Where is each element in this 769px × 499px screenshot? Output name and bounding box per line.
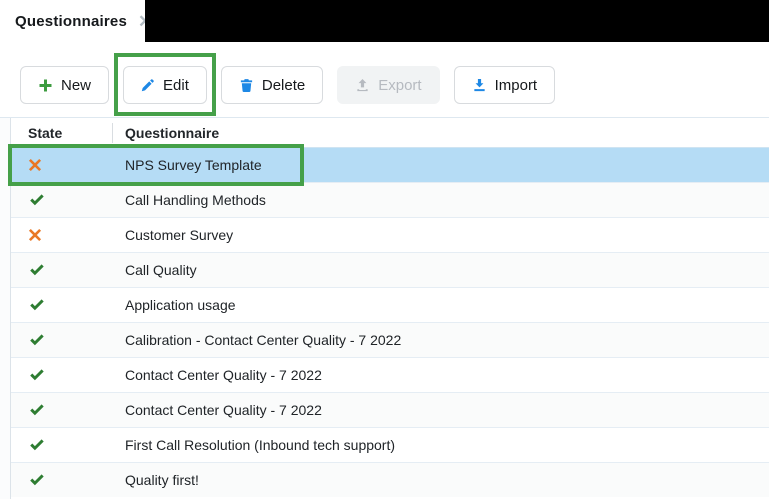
table-header: State Questionnaire	[11, 118, 769, 147]
column-header-questionnaire: Questionnaire	[125, 124, 220, 141]
pass-icon	[11, 297, 113, 313]
table-row[interactable]: Quality first!	[11, 462, 769, 497]
questionnaire-name: Calibration - Contact Center Quality - 7…	[125, 332, 402, 348]
export-button[interactable]: Export	[337, 66, 440, 104]
questionnaire-name: NPS Survey Template	[125, 157, 262, 173]
new-button[interactable]: New	[20, 66, 110, 104]
export-button-label: Export	[378, 76, 422, 94]
pass-icon	[11, 332, 113, 348]
questionnaire-name: First Call Resolution (Inbound tech supp…	[125, 437, 396, 453]
questionnaire-name: Call Quality	[125, 262, 197, 278]
questionnaire-name: Quality first!	[125, 472, 199, 488]
delete-button-label: Delete	[261, 76, 306, 94]
pass-icon	[11, 402, 113, 418]
column-header-state: State	[11, 122, 113, 143]
table-row[interactable]: Application usage	[11, 287, 769, 322]
table-row[interactable]: First Call Resolution (Inbound tech supp…	[11, 427, 769, 462]
plus-icon	[38, 78, 53, 93]
trash-icon	[239, 78, 254, 93]
table-row[interactable]: Calibration - Contact Center Quality - 7…	[11, 322, 769, 357]
download-icon	[472, 78, 487, 93]
table-row[interactable]: Call Quality	[11, 252, 769, 287]
fail-icon	[11, 158, 113, 172]
questionnaire-name: Application usage	[125, 297, 236, 313]
table-row[interactable]: Customer Survey	[11, 217, 769, 252]
questionnaire-name: Customer Survey	[125, 227, 234, 243]
fail-icon	[11, 228, 113, 242]
questionnaire-name: Call Handling Methods	[125, 192, 266, 208]
redacted-black-bar	[145, 0, 769, 42]
tab-label: Questionnaires	[15, 12, 127, 30]
questionnaire-name: Contact Center Quality - 7 2022	[125, 367, 322, 383]
questionnaires-panel: Questionnaires ✕ New Edit Dele	[0, 0, 769, 499]
left-gutter	[0, 118, 11, 499]
table-row[interactable]: Call Handling Methods	[11, 182, 769, 217]
tab-questionnaires[interactable]: Questionnaires ✕	[15, 0, 152, 42]
new-button-label: New	[61, 76, 92, 94]
edit-button[interactable]: Edit	[123, 66, 207, 104]
import-button-label: Import	[494, 76, 538, 94]
table-row[interactable]: Contact Center Quality - 7 2022	[11, 357, 769, 392]
table-row[interactable]: NPS Survey Template	[8, 144, 769, 186]
pass-icon	[11, 472, 113, 488]
table-row[interactable]: Contact Center Quality - 7 2022	[11, 392, 769, 427]
pass-icon	[11, 367, 113, 383]
import-button[interactable]: Import	[453, 66, 556, 104]
questionnaire-name: Contact Center Quality - 7 2022	[125, 402, 322, 418]
toolbar: New Edit Delete Export Import	[0, 42, 769, 117]
delete-button[interactable]: Delete	[220, 66, 324, 104]
edit-button-label: Edit	[163, 76, 189, 94]
pass-icon	[11, 262, 113, 278]
questionnaires-table: State Questionnaire NPS Survey Template C…	[0, 117, 769, 499]
pencil-icon	[141, 78, 155, 92]
table-body: NPS Survey Template Call Handling Methods…	[0, 144, 769, 497]
tab-bar: Questionnaires ✕	[0, 0, 769, 42]
pass-icon	[11, 437, 113, 453]
pass-icon	[11, 192, 113, 208]
upload-icon	[355, 78, 370, 93]
